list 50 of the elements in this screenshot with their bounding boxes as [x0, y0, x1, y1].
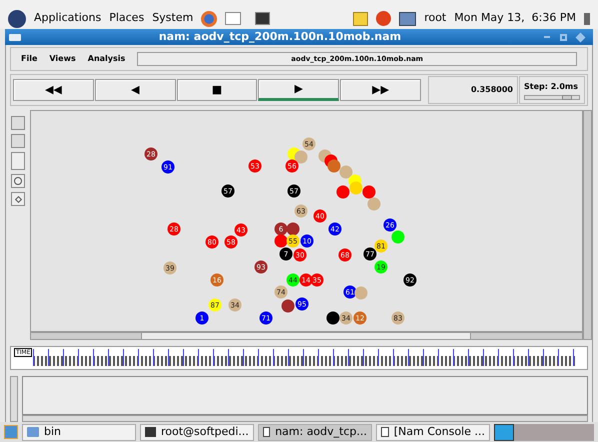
- browser-icon[interactable]: [201, 10, 218, 27]
- maximize-icon[interactable]: [560, 34, 567, 41]
- close-icon[interactable]: [576, 32, 586, 42]
- user-name: root: [424, 10, 446, 26]
- terminal-icon[interactable]: [255, 12, 270, 26]
- network-node[interactable]: [350, 182, 362, 195]
- diamond-tool-icon[interactable]: [11, 192, 25, 206]
- taskbar-button[interactable]: [Nam Console ...: [376, 424, 490, 441]
- step-slider[interactable]: [524, 94, 580, 100]
- network-node[interactable]: [274, 234, 288, 248]
- minimize-icon[interactable]: [544, 36, 550, 38]
- network-node[interactable]: [340, 166, 352, 179]
- vertical-scrollbar[interactable]: [583, 110, 592, 340]
- network-node[interactable]: [336, 186, 350, 199]
- network-node[interactable]: [354, 286, 368, 300]
- taskbar-button[interactable]: root@softpedi...: [140, 424, 254, 441]
- terminal-icon: [145, 427, 156, 438]
- taskbar-button[interactable]: bin: [22, 424, 136, 441]
- panel-menu[interactable]: System: [152, 10, 194, 27]
- playback-button[interactable]: ▶▶: [340, 79, 421, 102]
- network-node[interactable]: [286, 222, 300, 236]
- slider-thumb[interactable]: [562, 94, 572, 100]
- menu-item[interactable]: Views: [49, 53, 76, 66]
- playback-button[interactable]: ■: [176, 79, 258, 102]
- vertical-scrollbar[interactable]: [10, 376, 18, 422]
- clock[interactable]: Mon May 13, 6:36 PM: [454, 10, 576, 27]
- network-node[interactable]: [326, 312, 340, 325]
- network-node[interactable]: [294, 150, 308, 164]
- panel-menu[interactable]: Places: [109, 10, 144, 27]
- network-node[interactable]: [282, 300, 294, 313]
- horizontal-scrollbar[interactable]: [22, 415, 588, 422]
- playback-button[interactable]: ◀: [94, 79, 176, 102]
- step-label: Step: 2.0ms: [524, 80, 579, 93]
- horizontal-scrollbar[interactable]: [30, 332, 583, 340]
- network-node[interactable]: [368, 198, 380, 211]
- time-display: 0.358000: [428, 76, 518, 104]
- network-node[interactable]: [392, 230, 404, 244]
- playback-button[interactable]: ▶: [258, 79, 340, 102]
- panel-menu[interactable]: Applications: [34, 10, 102, 27]
- network-node[interactable]: [328, 160, 340, 173]
- folder-icon: [27, 427, 39, 438]
- playback-button[interactable]: ◀◀: [13, 79, 94, 102]
- window-title: nam: aodv_tcp_200m.100n.10mob.nam: [158, 29, 402, 46]
- network-node[interactable]: [362, 186, 376, 199]
- menu-item[interactable]: Analysis: [88, 53, 126, 66]
- menu-item[interactable]: File: [21, 53, 38, 66]
- window-icon: [381, 427, 389, 438]
- taskbar-button[interactable]: nam: aodv_tcp...: [258, 424, 372, 441]
- circle-tool-icon[interactable]: [11, 174, 25, 188]
- window-icon: [263, 427, 270, 438]
